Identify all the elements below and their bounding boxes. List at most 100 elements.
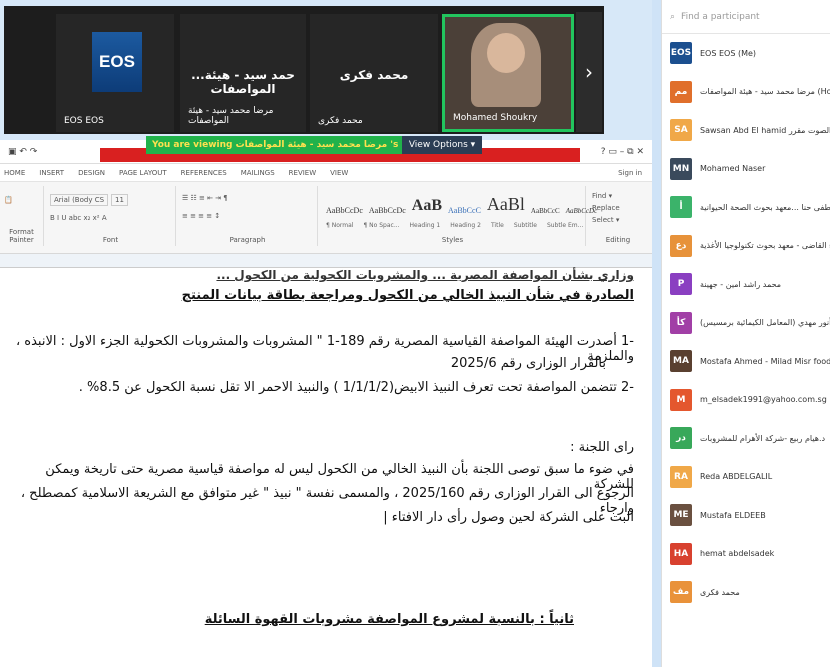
style-name: Subtle Em... [546, 222, 584, 229]
video-tile-host[interactable]: ...حمد سيد - هيئة المواصفات مرضا محمد سي… [180, 14, 306, 132]
video-tile-mohamed-shoukry[interactable]: Mohamed Shoukry [442, 14, 574, 132]
participant-item[interactable]: كأ كيماء أنور مهدي (المعامل الكيمائية برم… [662, 304, 830, 343]
doc-line-partial: وزاري بشأن المواصفة المصرية ... والمشروب… [216, 268, 634, 282]
paragraph-label: Paragraph [229, 236, 266, 244]
participant-item[interactable]: HA hemat abdelsadek [662, 535, 830, 574]
participant-item[interactable]: EOS EOS EOS (Me) [662, 34, 830, 73]
participant-name: محمد راشد امين - جهينة [700, 279, 782, 289]
participant-item[interactable]: Mm_elsadek1991@yahoo.com.sg [662, 381, 830, 420]
tile-name: Mohamed Shoukry [453, 113, 538, 123]
tile-name: محمد فكرى [318, 116, 363, 126]
style-title[interactable]: AaBl [487, 194, 525, 215]
ribbon-tabs: HOME INSERT DESIGN PAGE LAYOUT REFERENCE… [0, 164, 652, 182]
participant-search[interactable]: ⌕ Find a participant [662, 0, 830, 34]
font-format-buttons[interactable]: B I U abc x₂ x² A [46, 214, 175, 222]
participant-item[interactable]: در د.هيام ربيع -شركة الأهرام للمشروبات [662, 419, 830, 458]
participant-avatar: M [670, 388, 692, 411]
participant-item[interactable]: دع علاء القاضى - معهد بحوث تكنولوجيا الأغ… [662, 227, 830, 266]
style-normal[interactable]: AaBbCcDc [326, 206, 363, 215]
word-quick-access[interactable]: ▣ ↶ ↷ [8, 147, 37, 157]
participant-avatar: دع [670, 234, 692, 257]
find-button[interactable]: Find ▾ [592, 192, 644, 200]
video-tile-eos[interactable]: EOS EOS EOS [56, 14, 174, 132]
participant-item[interactable]: MN Mohamed Naser [662, 150, 830, 189]
doc-heading-1: الصادرة في شأن النبيذ الخالي من الكحول و… [181, 288, 634, 303]
align-buttons[interactable]: ≡ ≡ ≡ ≡ ↕ [178, 210, 317, 222]
tile-big-name: ...حمد سيد - هيئة المواصفات [191, 68, 295, 96]
participant-item[interactable]: مف محمد فكرى [662, 573, 830, 612]
participant-name: مرضا محمد سيد - هيئة المواصفات (Host) [700, 87, 830, 97]
style-name: ¶ Normal [326, 222, 354, 229]
tab-insert[interactable]: INSERT [39, 169, 64, 177]
participant-avatar: ME [670, 504, 692, 527]
participant-avatar: مم [670, 80, 692, 103]
participant-item[interactable]: أ د. لطفى حنا ...معهد بحوث الصحة الحيواني… [662, 188, 830, 227]
doc-paragraph-3: البت على الشركة لحين وصول رأى دار الافتا… [383, 510, 634, 525]
style-subtitle[interactable]: AaBbCcC [531, 207, 560, 215]
style-no-spacing[interactable]: AaBbCcDc [369, 206, 406, 215]
participant-list: EOS EOS EOS (Me) مم مرضا محمد سيد - هيئة ا… [662, 34, 830, 612]
participants-panel: ⌕ Find a participant EOS EOS EOS (Me) مم م… [661, 0, 830, 667]
styles-label: Styles [441, 236, 464, 244]
participant-avatar: كأ [670, 311, 692, 334]
paste-icon[interactable]: 📋 [0, 186, 43, 214]
participant-item[interactable]: MA Mostafa Ahmed - Milad Misr food Addi [662, 342, 830, 381]
meeting-area: EOS EOS EOS ...حمد سيد - هيئة المواصفات … [0, 0, 652, 667]
style-heading2[interactable]: AaBbCcC [448, 206, 481, 215]
paragraph-group: ☰ ☷ ≡ ⇤ ⇥ ¶ ≡ ≡ ≡ ≡ ↕ Paragraph [178, 186, 318, 246]
participant-item[interactable]: RA Reda ABDELGALIL [662, 458, 830, 497]
clipboard-label: Format Painter [9, 228, 34, 244]
doc-item-1b: بالقرار الوزارى رقم 2025/6 [450, 356, 606, 371]
tile-name: مرضا محمد سيد - هيئة المواصفات [188, 106, 274, 126]
tab-design[interactable]: DESIGN [78, 169, 105, 177]
tab-home[interactable]: HOME [4, 169, 25, 177]
participant-avatar: SA [670, 119, 692, 142]
participant-avatar: أ [670, 196, 692, 219]
doc-heading-2: ثانياً : بالنسبة لمشروع المواصفة مشروبات… [204, 612, 574, 627]
tab-references[interactable]: REFERENCES [181, 169, 227, 177]
ruler[interactable] [0, 254, 652, 268]
view-options-button[interactable]: View Options ▾ [402, 136, 482, 154]
clipboard-group: 📋 Format Painter [0, 186, 44, 246]
participant-avatar: HA [670, 542, 692, 565]
style-heading1[interactable]: AaB [412, 197, 442, 215]
ribbon: 📋 Format Painter Arial (Body CS 11 B I U… [0, 182, 652, 254]
font-label: Font [102, 236, 119, 244]
window-controls[interactable]: ? ▭ – ⧉ ✕ [601, 147, 644, 157]
list-buttons[interactable]: ☰ ☷ ≡ ⇤ ⇥ ¶ [178, 186, 317, 210]
tab-page-layout[interactable]: PAGE LAYOUT [119, 169, 167, 177]
tab-view[interactable]: VIEW [330, 169, 348, 177]
document-body[interactable]: وزاري بشأن المواصفة المصرية ... والمشروب… [14, 268, 634, 667]
participant-avatar: MN [670, 157, 692, 180]
font-name-select[interactable]: Arial (Body CS [50, 194, 109, 206]
font-size-select[interactable]: 11 [111, 194, 128, 206]
eos-logo: EOS [92, 32, 142, 92]
participant-name: كيماء أنور مهدي (المعامل الكيمائية برمسي… [700, 318, 830, 328]
participant-item[interactable]: P محمد راشد امين - جهينة [662, 265, 830, 304]
style-name: ¶ No Spac... [363, 222, 400, 229]
participant-item[interactable]: ME Mustafa ELDEEB [662, 496, 830, 535]
tab-mailings[interactable]: MAILINGS [241, 169, 275, 177]
select-button[interactable]: Select ▾ [592, 216, 644, 224]
participant-video [471, 23, 541, 107]
sign-in-link[interactable]: Sign in [618, 169, 652, 177]
video-strip: EOS EOS EOS ...حمد سيد - هيئة المواصفات … [4, 6, 604, 134]
doc-opinion-label: راى اللجنة : [570, 440, 634, 455]
search-input[interactable]: Find a participant [681, 12, 760, 22]
style-name: Heading 2 [450, 222, 481, 229]
participant-name: د.هيام ربيع -شركة الأهرام للمشروبات [700, 433, 826, 443]
participant-item[interactable]: مم مرضا محمد سيد - هيئة المواصفات (Host) [662, 73, 830, 112]
participant-avatar: RA [670, 465, 692, 488]
editing-label: Editing [605, 236, 631, 244]
replace-button[interactable]: Replace [592, 204, 644, 212]
video-tile-mohamed-fekry[interactable]: محمد فكرى محمد فكرى [310, 14, 438, 132]
tab-review[interactable]: REVIEW [289, 169, 316, 177]
doc-item-2: -2 تتضمن المواصفة تحت تعرف النبيذ الابيض… [78, 380, 634, 395]
next-page-button[interactable]: › [576, 12, 602, 132]
style-name: Heading 1 [409, 222, 441, 229]
styles-gallery[interactable]: AaBbCcDc AaBbCcDc AaB AaBbCcC AaBl AaBbC… [326, 194, 597, 215]
participant-avatar: MA [670, 350, 692, 373]
participant-item[interactable]: SA Sawsan Abd El hamid لجنة الصوت مقرر [662, 111, 830, 150]
style-name: Title [490, 222, 504, 229]
tile-big-name: محمد فكرى [339, 68, 409, 82]
